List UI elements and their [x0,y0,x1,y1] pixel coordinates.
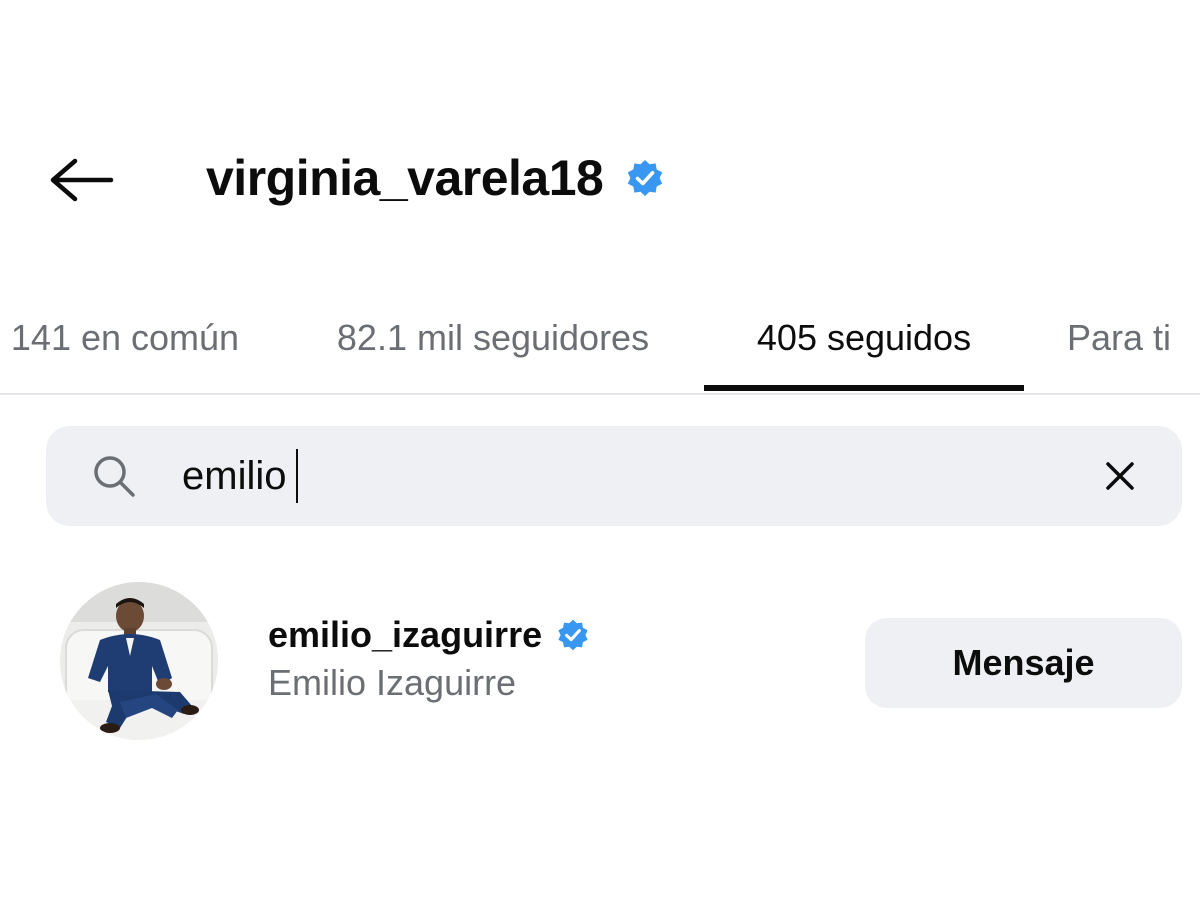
tab-label: 405 seguidos [756,317,972,358]
avatar[interactable] [60,582,218,740]
tab-mutual[interactable]: 141 en común [0,285,258,391]
verified-badge-icon [628,160,663,196]
tab-label: 141 en común [10,317,240,358]
arrow-left-icon [50,158,114,202]
close-icon[interactable] [1098,454,1142,498]
tab-label: 82.1 mil seguidores [336,317,650,358]
active-tab-indicator [704,385,1024,391]
message-button[interactable]: Mensaje [865,618,1182,708]
follow-tabs: 141 en común 82.1 mil seguidores 405 seg… [0,285,1200,395]
back-button[interactable] [40,150,120,210]
avatar-image [60,582,218,740]
tab-label: Para ti [1067,317,1172,358]
tab-following[interactable]: 405 seguidos [704,285,1024,391]
text-cursor [296,449,299,503]
tab-for-you[interactable]: Para ti [1050,285,1200,391]
result-full-name: Emilio Izaguirre [268,662,517,703]
result-username-row: emilio_izaguirre [268,610,590,660]
search-query: emilio [182,453,287,498]
search-icon [94,456,135,497]
search-input[interactable]: emilio [182,446,299,506]
page-title: virginia_varela18 [206,150,604,206]
tab-followers[interactable]: 82.1 mil seguidores [300,285,686,391]
verified-badge-icon [558,619,588,651]
list-item[interactable]: emilio_izaguirre Emilio Izaguirre Mensaj… [0,570,1200,760]
result-username[interactable]: emilio_izaguirre [268,614,542,656]
profile-header: virginia_varela18 [206,143,665,213]
